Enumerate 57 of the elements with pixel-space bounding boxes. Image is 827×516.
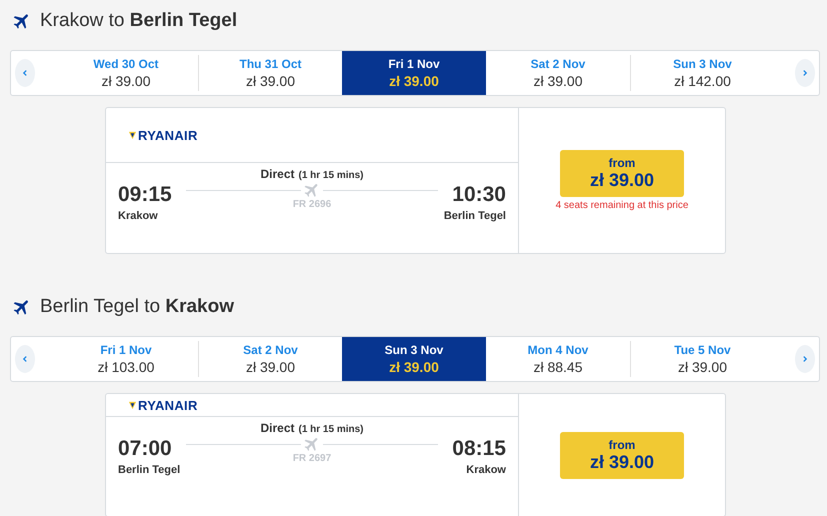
date-price: zł 39.00	[246, 359, 296, 375]
departure-time: 07:00	[118, 437, 173, 461]
arrival-time: 10:30	[452, 183, 506, 207]
date-tab[interactable]: Mon 4 Nov zł 88.45	[486, 341, 630, 377]
flight-number: FR 2696	[292, 199, 332, 210]
date-label: Sat 2 Nov	[243, 343, 298, 357]
price-button[interactable]: from zł 39.00	[560, 150, 684, 197]
date-price: zł 39.00	[389, 359, 439, 375]
arrival-city: Berlin Tegel	[444, 210, 506, 222]
airline-name: RYANAIR	[138, 128, 198, 142]
arrival-city: Krakow	[466, 464, 506, 476]
date-tab[interactable]: Tue 5 Nov zł 39.00	[630, 341, 774, 377]
route-title: Berlin Tegel to Krakow	[40, 296, 234, 318]
arrival-time: 08:15	[452, 437, 506, 461]
next-button[interactable]	[795, 59, 815, 87]
date-label: Tue 5 Nov	[674, 343, 731, 357]
date-label: Wed 30 Oct	[93, 57, 159, 71]
date-price: zł 39.00	[246, 73, 296, 89]
previous-button[interactable]	[15, 59, 35, 87]
date-tab[interactable]: Sat 2 Nov zł 39.00	[486, 55, 630, 91]
duration: (1 hr 15 mins)	[298, 170, 364, 181]
date-price: zł 39.00	[389, 73, 439, 89]
departure-city: Krakow	[118, 210, 159, 222]
date-tab[interactable]: Wed 30 Oct zł 39.00	[54, 55, 198, 91]
airline-name: RYANAIR	[138, 398, 198, 412]
direct-label: Direct	[260, 421, 294, 435]
date-label: Mon 4 Nov	[528, 343, 588, 357]
price-button[interactable]: from zł 39.00	[560, 432, 684, 478]
chevron-right-icon	[801, 355, 809, 363]
date-label: Sun 3 Nov	[673, 57, 732, 71]
chevron-left-icon	[21, 69, 29, 77]
date-price: zł 39.00	[101, 73, 151, 89]
direct-label: Direct	[260, 167, 294, 181]
date-tab[interactable]: Fri 1 Nov zł 39.00	[342, 51, 486, 95]
date-tab[interactable]: Sun 3 Nov zł 39.00	[342, 337, 486, 381]
date-label: Fri 1 Nov	[388, 57, 440, 71]
date-price: zł 142.00	[674, 73, 731, 89]
date-tab[interactable]: Fri 1 Nov zł 103.00	[54, 341, 198, 377]
chevron-left-icon	[21, 355, 29, 363]
date-tab[interactable]: Sun 3 Nov zł 142.00	[630, 55, 774, 91]
date-price: zł 88.45	[533, 359, 583, 375]
previous-button[interactable]	[15, 345, 35, 373]
date-label: Sun 3 Nov	[384, 343, 444, 357]
date-label: Thu 31 Oct	[239, 57, 302, 71]
date-price: zł 39.00	[678, 359, 728, 375]
departure-time: 09:15	[118, 183, 173, 207]
date-price: zł 39.00	[533, 73, 583, 89]
duration: (1 hr 15 mins)	[298, 424, 364, 435]
departure-city: Berlin Tegel	[118, 464, 182, 476]
chevron-right-icon	[801, 69, 809, 77]
date-label: Sat 2 Nov	[530, 57, 586, 71]
seats-note: 4 seats remaining at this price	[556, 200, 688, 211]
flight-number: FR 2697	[292, 453, 332, 464]
route-title: Krakow to Berlin Tegel	[40, 10, 238, 32]
next-button[interactable]	[795, 345, 815, 373]
date-label: Fri 1 Nov	[100, 343, 152, 357]
date-price: zł 103.00	[98, 359, 154, 375]
